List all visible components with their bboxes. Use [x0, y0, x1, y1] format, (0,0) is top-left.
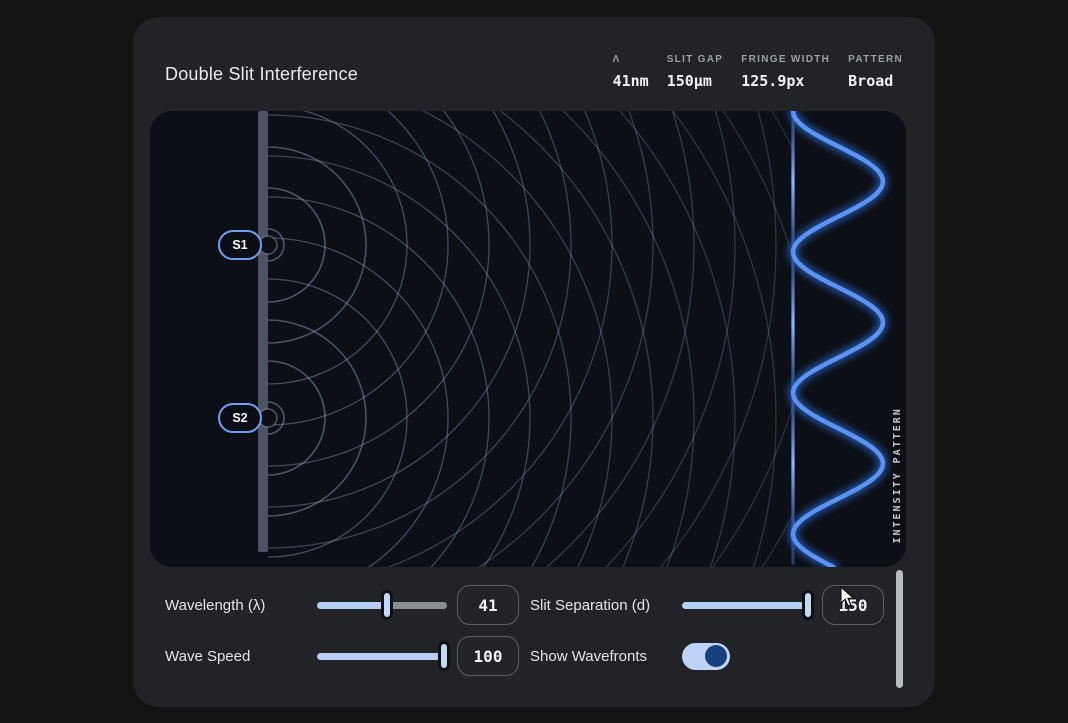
- slit-label-s2[interactable]: S2: [218, 403, 262, 433]
- show-wavefronts-toggle[interactable]: [682, 643, 730, 670]
- controls-row-2: Wave Speed 100 Show Wavefronts: [165, 631, 895, 681]
- stats-bar: Λ 41nm SLIT GAP 150μm FRINGE WIDTH 125.9…: [613, 54, 903, 90]
- stat-value: 41nm: [613, 72, 649, 90]
- slider-fill: [682, 602, 811, 609]
- stat-label: SLIT GAP: [667, 54, 724, 65]
- slider-thumb[interactable]: [381, 590, 393, 620]
- stat-value: Broad: [848, 72, 903, 90]
- slit-separation-label: Slit Separation (d): [530, 597, 682, 614]
- slit-separation-value-box[interactable]: 150: [822, 585, 884, 625]
- slit-barrier: [258, 111, 268, 552]
- slider-thumb[interactable]: [802, 590, 814, 620]
- slit-separation-slider[interactable]: [682, 590, 812, 620]
- page-title: Double Slit Interference: [165, 64, 358, 85]
- stat-pattern: PATTERN Broad: [848, 54, 903, 90]
- wavelength-slider[interactable]: [317, 590, 447, 620]
- stat-value: 125.9px: [741, 72, 830, 90]
- slider-fill: [317, 653, 447, 660]
- controls-row-1: Wavelength (λ) 41 Slit Separation (d) 15…: [165, 580, 895, 630]
- slit-label-s1[interactable]: S1: [218, 230, 262, 260]
- slider-thumb[interactable]: [438, 641, 450, 671]
- stat-wavelength: Λ 41nm: [613, 54, 649, 90]
- wave-speed-value-box[interactable]: 100: [457, 636, 519, 676]
- wavelength-label: Wavelength (λ): [165, 597, 317, 614]
- wave-speed-slider[interactable]: [317, 641, 447, 671]
- intensity-curve: [793, 111, 883, 567]
- stat-fringe-width: FRINGE WIDTH 125.9px: [741, 54, 830, 90]
- wave-svg: [150, 111, 906, 567]
- slider-fill: [317, 602, 390, 609]
- wave-speed-label: Wave Speed: [165, 648, 317, 665]
- slider-track[interactable]: [682, 602, 812, 609]
- intensity-pattern-label: INTENSITY PATTERN: [892, 407, 903, 543]
- simulation-canvas[interactable]: S1 S2 INTENSITY PATTERN: [150, 111, 906, 567]
- stat-label: FRINGE WIDTH: [741, 54, 830, 65]
- slider-track[interactable]: [317, 653, 447, 660]
- stat-value: 150μm: [667, 72, 724, 90]
- stat-slit-gap: SLIT GAP 150μm: [667, 54, 724, 90]
- controls-scrollbar[interactable]: [896, 570, 903, 688]
- stat-label: Λ: [613, 54, 649, 65]
- app-card: Double Slit Interference Λ 41nm SLIT GAP…: [133, 17, 935, 707]
- toggle-knob[interactable]: [705, 645, 727, 667]
- show-wavefronts-label: Show Wavefronts: [530, 648, 682, 665]
- desktop-background: Double Slit Interference Λ 41nm SLIT GAP…: [0, 0, 1068, 723]
- stat-label: PATTERN: [848, 54, 903, 65]
- wavelength-value-box[interactable]: 41: [457, 585, 519, 625]
